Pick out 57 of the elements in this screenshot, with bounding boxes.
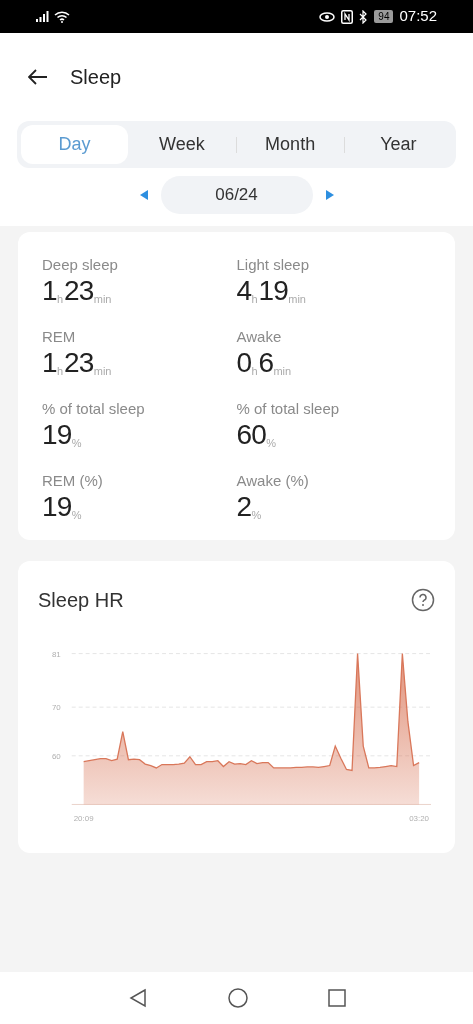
battery-indicator: 94 xyxy=(374,10,394,23)
x-tick-label: 20:09 xyxy=(73,814,94,824)
stat-unit: h xyxy=(251,365,258,378)
stat-label: REM (%) xyxy=(42,472,104,490)
previous-date-icon[interactable] xyxy=(138,189,149,201)
stat-value: 23 xyxy=(64,276,94,306)
clock: 07:52 xyxy=(399,6,437,27)
stat-value: 23 xyxy=(64,348,94,378)
stat-unit: min xyxy=(288,292,306,306)
stat-label: Deep sleep xyxy=(42,256,119,274)
wifi-icon xyxy=(54,10,70,23)
stat-label: % of total sleep xyxy=(236,400,341,418)
card-title: Sleep HR xyxy=(38,588,124,613)
stat-value: 19 xyxy=(42,492,72,522)
y-tick-label: 60 xyxy=(51,751,61,761)
period-tab[interactable]: Week xyxy=(128,125,236,164)
nfc-icon xyxy=(341,9,354,24)
stat-unit: % xyxy=(266,437,277,450)
stat-unit: % xyxy=(71,509,82,522)
stat-value: 2 xyxy=(236,492,252,522)
period-tab[interactable]: Month xyxy=(236,125,344,164)
y-tick-label: 81 xyxy=(51,649,61,659)
stat-unit: % xyxy=(251,509,262,522)
stat-unit: min xyxy=(93,293,112,306)
y-tick-label: 70 xyxy=(51,703,61,713)
stat-value: 19 xyxy=(258,276,289,306)
period-tab[interactable]: Year xyxy=(344,125,452,164)
date-selector[interactable]: 06/24 xyxy=(160,176,313,214)
stat-label: Light sleep xyxy=(236,256,311,274)
stat-unit: min xyxy=(273,365,292,378)
signal-icon xyxy=(36,11,50,22)
stat-value: 60 xyxy=(236,420,267,450)
bluetooth-icon xyxy=(359,9,369,24)
stat-unit: % xyxy=(71,437,82,450)
stat-value: 4 xyxy=(236,276,252,306)
stat-value: 6 xyxy=(258,348,274,378)
stat-label: Awake xyxy=(236,328,283,346)
x-tick-label: 03:20 xyxy=(409,814,430,824)
back-arrow-icon[interactable] xyxy=(28,69,48,85)
next-date-icon[interactable] xyxy=(324,189,335,201)
home-icon[interactable] xyxy=(227,988,248,1008)
stat-label: % of total sleep xyxy=(42,400,146,418)
page-title: Sleep xyxy=(70,65,122,90)
stat-label: Awake (%) xyxy=(236,472,310,490)
stat-value: 1 xyxy=(42,276,57,306)
stat-unit: h xyxy=(251,293,258,306)
stat-unit: h xyxy=(56,293,63,306)
recents-icon[interactable] xyxy=(327,989,346,1007)
back-icon[interactable] xyxy=(127,988,148,1008)
stat-label: REM xyxy=(42,328,77,346)
stat-value: 19 xyxy=(42,420,72,450)
stat-value: 1 xyxy=(42,348,57,378)
eye-icon xyxy=(319,10,336,23)
stat-unit: min xyxy=(93,365,112,378)
stat-value: 0 xyxy=(236,348,252,378)
stat-unit: h xyxy=(56,365,63,378)
help-icon[interactable] xyxy=(411,588,435,612)
